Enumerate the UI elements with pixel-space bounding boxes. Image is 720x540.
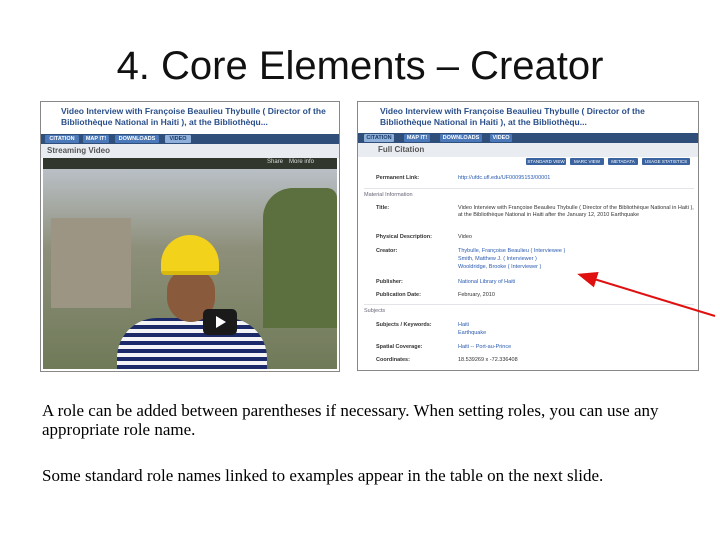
annotation-arrow-icon (577, 272, 716, 317)
caption-standard-roles: Some standard role names linked to examp… (42, 466, 604, 485)
caption-roles: A role can be added between parentheses … (42, 401, 659, 439)
